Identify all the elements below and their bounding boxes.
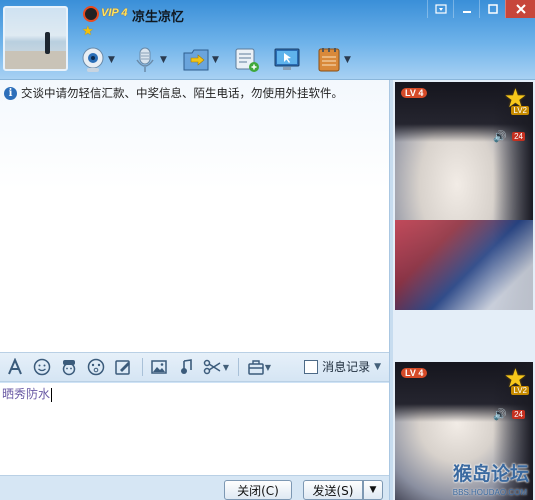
message-input-text: 晒秀防水	[2, 385, 53, 402]
toolbox-dropdown-icon[interactable]: ▼	[265, 363, 271, 372]
security-notice-text: 交谈中请勿轻信汇款、中奖信息、陌生电话，勿使用外挂软件。	[21, 86, 343, 100]
message-input-value: 晒秀防水	[2, 387, 51, 401]
webcam-button[interactable]: ▼	[80, 44, 115, 76]
bottom-action-bar: 关闭(C) 发送(S) ▼	[0, 475, 389, 500]
level-star-icon: ★	[82, 24, 94, 39]
remote-assist-icon	[274, 48, 300, 70]
vip-badge: VIP 4	[101, 7, 128, 19]
send-options-dropdown[interactable]: ▼	[363, 480, 383, 500]
app-icon	[235, 48, 259, 72]
sound-icon[interactable]: 🔊	[493, 408, 507, 421]
image-icon	[151, 360, 167, 374]
watermark-url: BBS.HOUDAO.COM	[452, 488, 527, 497]
toolbar-separator	[142, 358, 143, 376]
microphone-icon	[136, 47, 154, 72]
message-history-button[interactable]: 消息记录 ▼	[304, 358, 381, 375]
toolbar-separator	[238, 358, 239, 376]
send-button[interactable]: 发送(S)	[303, 480, 363, 500]
app-button[interactable]	[233, 44, 261, 76]
text-caret	[51, 387, 53, 402]
window-menu-button[interactable]	[427, 0, 453, 18]
history-dropdown-icon[interactable]: ▼	[374, 362, 381, 372]
gift-face-button[interactable]	[57, 356, 81, 378]
title-bar: VIP 4 凉生凉忆 ★ ▼ ▼ ▼ ▼	[0, 0, 535, 80]
watermark-logo: 猴岛论坛	[452, 463, 529, 485]
send-file-icon	[183, 49, 209, 71]
minimize-icon	[462, 11, 471, 13]
maximize-icon	[487, 4, 498, 14]
music-icon	[181, 359, 192, 374]
star-level-label: LV2	[511, 386, 529, 395]
avatar-beach	[5, 51, 66, 69]
history-clock-icon	[304, 359, 319, 374]
level-badge: LV 4	[401, 88, 428, 98]
font-button[interactable]	[3, 356, 27, 378]
close-icon	[515, 4, 526, 14]
send-file-button[interactable]: ▼	[182, 44, 219, 76]
voice-button[interactable]: ▼	[132, 44, 167, 76]
webcam-icon	[82, 47, 104, 72]
scissors-icon	[203, 359, 221, 375]
gift-face-icon	[62, 360, 76, 376]
font-icon	[8, 358, 22, 375]
doodle-button[interactable]	[111, 356, 135, 378]
music-button[interactable]	[174, 356, 198, 378]
menu-down-icon	[434, 4, 447, 14]
contact-nickname[interactable]: 凉生凉忆	[132, 6, 184, 25]
send-file-dropdown-icon[interactable]: ▼	[212, 55, 219, 65]
notebook-icon	[318, 48, 340, 72]
emoji-icon	[33, 358, 51, 376]
security-notice: i 交谈中请勿轻信汇款、中奖信息、陌生电话，勿使用外挂软件。	[4, 85, 343, 101]
qq-penguin-icon	[83, 6, 99, 22]
input-toolbar: ▼ ▼ 消息记录 ▼	[0, 352, 389, 382]
user-avatar[interactable]	[3, 6, 68, 71]
screenshot-dropdown-icon[interactable]: ▼	[223, 363, 229, 372]
sound-icon[interactable]: 🔊	[493, 130, 507, 143]
emoji-button[interactable]	[30, 356, 54, 378]
message-input[interactable]: 晒秀防水	[0, 383, 389, 475]
toolbox-button[interactable]: ▼	[243, 356, 275, 378]
minimize-button[interactable]	[453, 0, 479, 18]
window-controls	[427, 0, 535, 18]
contact-show-photo[interactable]: LV 4 ★ LV2 🔊 24	[395, 82, 533, 310]
photo-jacket	[395, 220, 533, 310]
history-label: 消息记录	[322, 360, 371, 374]
more-apps-dropdown-icon[interactable]: ▼	[344, 55, 351, 65]
level-badge: LV 4	[401, 368, 428, 378]
magic-face-button[interactable]	[84, 356, 108, 378]
voice-dropdown-icon[interactable]: ▼	[160, 55, 167, 65]
contact-show-panel: LV 4 ★ LV2 🔊 24 LV 4 ★ LV2 🔊 24 猴岛论坛 BBS…	[393, 80, 535, 500]
doodle-icon	[115, 360, 130, 375]
send-image-button[interactable]	[147, 356, 171, 378]
self-show-photo[interactable]: LV 4 ★ LV2 🔊 24 猴岛论坛 BBS.HOUDAO.COM	[395, 362, 533, 500]
count-badge: 24	[512, 410, 525, 419]
screenshot-button[interactable]: ▼	[201, 356, 231, 378]
magic-face-icon	[87, 358, 105, 376]
avatar-figure	[45, 32, 50, 54]
star-level-label: LV2	[511, 106, 529, 115]
remote-assist-button[interactable]	[273, 44, 301, 76]
close-chat-button[interactable]: 关闭(C)	[224, 480, 292, 500]
info-icon: i	[4, 86, 17, 100]
chat-history-area[interactable]: i 交谈中请勿轻信汇款、中奖信息、陌生电话，勿使用外挂软件。	[0, 80, 389, 352]
count-badge: 24	[512, 132, 525, 141]
webcam-dropdown-icon[interactable]: ▼	[108, 55, 115, 65]
close-window-button[interactable]	[505, 0, 535, 18]
toolbox-icon	[248, 360, 264, 375]
maximize-button[interactable]	[479, 0, 505, 18]
more-apps-button[interactable]: ▼	[316, 44, 351, 76]
